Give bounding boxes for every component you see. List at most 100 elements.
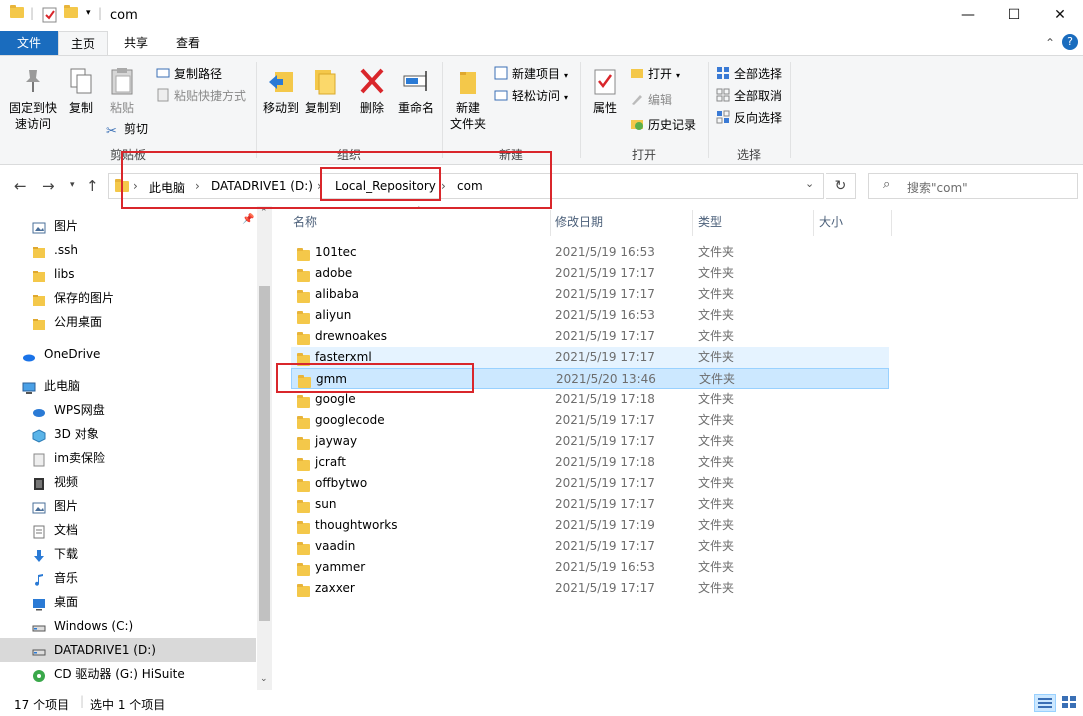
back-arrow-icon[interactable]: ←	[14, 177, 27, 195]
paste-shortcut-button[interactable]: 粘贴快捷方式	[156, 86, 246, 106]
file-type: 文件夹	[698, 560, 735, 574]
pin-label: 固定到快 速访问	[8, 101, 57, 131]
paste-button[interactable]: 粘贴	[104, 66, 140, 116]
copy-to-button[interactable]: 复制到	[302, 66, 344, 116]
new-folder-button[interactable]: 新建 文件夹	[446, 66, 490, 132]
table-row[interactable]: vaadin 2021/5/19 17:17 文件夹	[291, 536, 889, 557]
table-row[interactable]: yammer 2021/5/19 16:53 文件夹	[291, 557, 889, 578]
table-row[interactable]: zaxxer 2021/5/19 17:17 文件夹	[291, 578, 889, 599]
table-row[interactable]: alibaba 2021/5/19 17:17 文件夹	[291, 284, 889, 305]
table-row[interactable]: jcraft 2021/5/19 17:18 文件夹	[291, 452, 889, 473]
column-divider[interactable]	[813, 210, 814, 236]
close-button[interactable]: ✕	[1037, 0, 1083, 31]
cut-button[interactable]: ✂ 剪切	[106, 119, 148, 139]
recent-locations-chevron-icon[interactable]: ▾	[70, 180, 75, 190]
select-none-button[interactable]: 全部取消	[716, 86, 782, 106]
nav-item[interactable]: 保存的图片	[0, 286, 256, 310]
refresh-button[interactable]: ↻	[826, 173, 856, 199]
delete-button[interactable]: 删除	[354, 66, 390, 116]
column-header-size[interactable]: 大小	[819, 206, 843, 238]
scrollbar-thumb[interactable]	[259, 286, 270, 621]
nav-item[interactable]: 图片	[0, 494, 256, 518]
nav-item[interactable]: 文档	[0, 518, 256, 542]
help-icon[interactable]: ?	[1062, 34, 1078, 50]
pin-quick-access-button[interactable]: 固定到快 速访问	[6, 66, 60, 132]
file-name: 101tec	[315, 245, 357, 259]
address-dropdown-chevron-icon[interactable]: ⌄	[805, 177, 814, 190]
rename-button[interactable]: 重命名	[394, 66, 438, 116]
nav-item[interactable]: DATADRIVE1 (D:)	[0, 638, 256, 662]
table-row[interactable]: adobe 2021/5/19 17:17 文件夹	[291, 263, 889, 284]
large-icons-view-icon[interactable]	[1060, 694, 1078, 712]
scroll-up-icon[interactable]: ⌃	[260, 208, 268, 218]
nav-item[interactable]: .ssh	[0, 238, 256, 262]
new-item-button[interactable]: 新建项目 ▾	[494, 64, 568, 84]
table-row[interactable]: googlecode 2021/5/19 17:17 文件夹	[291, 410, 889, 431]
column-header-type[interactable]: 类型	[698, 206, 722, 238]
collapse-ribbon-chevron-icon[interactable]: ⌃	[1045, 36, 1055, 50]
folder-icon	[32, 243, 46, 258]
new-item-icon	[494, 66, 508, 80]
table-row[interactable]: aliyun 2021/5/19 16:53 文件夹	[291, 305, 889, 326]
tab-file[interactable]: 文件	[0, 31, 58, 55]
nav-pane-scrollbar[interactable]: ⌃ ⌄	[257, 206, 272, 690]
column-header-date[interactable]: 修改日期	[555, 206, 603, 238]
nav-item[interactable]: 下载	[0, 542, 256, 566]
details-view-icon[interactable]	[1034, 694, 1056, 712]
history-button[interactable]: 历史记录	[630, 115, 696, 135]
nav-item[interactable]: 3D 对象	[0, 422, 256, 446]
nav-item[interactable]: Windows (C:)	[0, 614, 256, 638]
tab-home[interactable]: 主页	[58, 31, 108, 55]
nav-item[interactable]: im卖保险	[0, 446, 256, 470]
open-button[interactable]: 打开 ▾	[630, 64, 680, 84]
nav-item[interactable]: 桌面	[0, 590, 256, 614]
forward-arrow-icon[interactable]: →	[42, 177, 55, 195]
nav-item[interactable]: OneDrive	[0, 342, 256, 366]
table-row[interactable]: sun 2021/5/19 17:17 文件夹	[291, 494, 889, 515]
file-name: googlecode	[315, 413, 385, 427]
table-row[interactable]: thoughtworks 2021/5/19 17:19 文件夹	[291, 515, 889, 536]
nav-item[interactable]: 视频	[0, 470, 256, 494]
column-divider[interactable]	[692, 210, 693, 236]
copy-button[interactable]: 复制	[64, 66, 98, 116]
column-header-name[interactable]: 名称	[293, 206, 317, 238]
table-row[interactable]: jayway 2021/5/19 17:17 文件夹	[291, 431, 889, 452]
column-divider[interactable]	[550, 210, 551, 236]
move-to-button[interactable]: 移动到	[260, 66, 302, 116]
new-folder-quick-icon[interactable]	[64, 5, 78, 25]
tab-view[interactable]: 查看	[164, 31, 212, 55]
column-divider[interactable]	[891, 210, 892, 236]
history-icon	[630, 117, 644, 131]
download-icon	[32, 547, 46, 562]
table-row[interactable]: drewnoakes 2021/5/19 17:17 文件夹	[291, 326, 889, 347]
nav-item[interactable]: 音乐	[0, 566, 256, 590]
select-all-button[interactable]: 全部选择	[716, 64, 782, 84]
maximize-button[interactable]: ☐	[991, 0, 1037, 31]
nav-item[interactable]: libs	[0, 262, 256, 286]
copy-to-label: 复制到	[304, 101, 341, 115]
nav-item[interactable]: 公用桌面	[0, 310, 256, 334]
nav-item-label: CD 驱动器 (G:) HiSuite	[54, 667, 185, 681]
scroll-down-icon[interactable]: ⌄	[260, 674, 268, 684]
nav-item[interactable]: 此电脑	[0, 374, 256, 398]
customize-qa-chevron-icon[interactable]: ▾	[86, 8, 91, 18]
search-box[interactable]: ⌕ 搜索"com"	[868, 173, 1078, 199]
table-row[interactable]: 101tec 2021/5/19 16:53 文件夹	[291, 242, 889, 263]
properties-quick-icon[interactable]	[42, 7, 58, 25]
nav-item[interactable]: WPS网盘	[0, 398, 256, 422]
app-folder-icon	[10, 5, 24, 25]
copy-path-button[interactable]: 复制路径	[156, 64, 222, 84]
properties-button[interactable]: 属性	[586, 66, 624, 116]
nav-item[interactable]: CD 驱动器 (G:) HiSuite	[0, 662, 256, 686]
nav-item-label: 音乐	[54, 571, 79, 585]
up-arrow-icon[interactable]: ↑	[86, 177, 99, 195]
tab-share[interactable]: 共享	[112, 31, 160, 55]
move-to-icon	[267, 66, 295, 96]
edit-button[interactable]: 编辑	[630, 90, 672, 110]
easy-access-button[interactable]: 轻松访问 ▾	[494, 86, 568, 106]
table-row[interactable]: offbytwo 2021/5/19 17:17 文件夹	[291, 473, 889, 494]
app-icon	[32, 451, 46, 467]
invert-selection-button[interactable]: 反向选择	[716, 108, 782, 128]
minimize-button[interactable]: —	[945, 0, 991, 31]
nav-item[interactable]: 图片	[0, 214, 256, 238]
